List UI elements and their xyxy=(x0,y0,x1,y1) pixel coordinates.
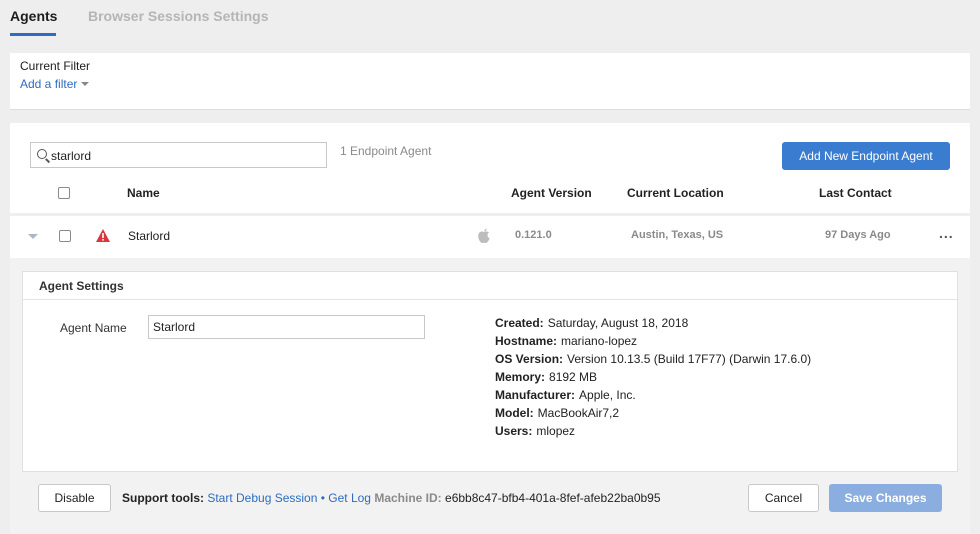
info-hostname: Hostname: mariano-lopez xyxy=(495,334,935,352)
info-key: Memory: xyxy=(495,370,546,384)
tab-browser-sessions-settings[interactable]: Browser Sessions Settings xyxy=(88,8,269,24)
machine-id-label: Machine ID: xyxy=(374,491,442,505)
search-box xyxy=(30,142,327,168)
row-checkbox[interactable] xyxy=(59,230,71,242)
tab-bar: Agents Browser Sessions Settings xyxy=(0,0,980,40)
search-input[interactable] xyxy=(51,147,321,164)
column-header-agent-version[interactable]: Agent Version xyxy=(511,186,592,200)
info-value: MacBookAir7,2 xyxy=(537,406,620,420)
info-created: Created: Saturday, August 18, 2018 xyxy=(495,316,935,334)
agent-settings-title: Agent Settings xyxy=(23,272,957,300)
apple-icon xyxy=(478,228,490,244)
info-users: Users: mlopez xyxy=(495,424,935,442)
info-value: Version 10.13.5 (Build 17F77) (Darwin 17… xyxy=(567,352,812,366)
agent-settings-box: Agent Settings Agent Name Created:Saturd… xyxy=(22,271,958,472)
info-key: Model: xyxy=(495,406,534,420)
info-key: OS Version: xyxy=(495,352,564,366)
agent-name-field[interactable] xyxy=(148,315,425,339)
agent-name[interactable]: Starlord xyxy=(128,229,170,243)
warning-icon xyxy=(96,229,110,242)
add-filter-dropdown[interactable]: Add a filter xyxy=(20,77,90,91)
agent-name-label: Agent Name xyxy=(60,321,127,335)
add-new-endpoint-agent-button[interactable]: Add New Endpoint Agent xyxy=(782,142,950,170)
save-changes-button[interactable]: Save Changes xyxy=(829,484,942,512)
info-value: mlopez xyxy=(536,424,576,438)
info-key: Users: xyxy=(495,424,533,438)
column-header-name[interactable]: Name xyxy=(127,186,160,200)
caret-down-icon xyxy=(81,82,90,86)
info-os-version: OS Version: Version 10.13.5 (Build 17F77)… xyxy=(495,352,935,370)
filter-panel: Current Filter Add a filter xyxy=(10,53,970,110)
info-manufacturer: Manufacturer: Apple, Inc. xyxy=(495,388,935,406)
info-key: Created: xyxy=(495,316,544,330)
active-tab-indicator xyxy=(10,33,56,36)
disable-button[interactable]: Disable xyxy=(38,484,111,512)
add-filter-label: Add a filter xyxy=(20,77,78,91)
more-options-icon[interactable]: ... xyxy=(939,225,954,241)
info-value: Saturday, August 18, 2018 xyxy=(547,316,689,330)
agent-info: Created: Saturday, August 18, 2018 Hostna… xyxy=(495,316,935,442)
get-log-link[interactable]: Get Log xyxy=(328,491,371,505)
info-value: 8192 MB xyxy=(549,370,598,384)
link-separator: • xyxy=(320,491,325,505)
column-header-last-contact[interactable]: Last Contact xyxy=(819,186,892,200)
support-tools: Support tools: Start Debug Session • Get… xyxy=(122,491,661,505)
info-value: Apple, Inc. xyxy=(579,388,636,402)
info-model: Model: MacBookAir7,2 xyxy=(495,406,935,424)
column-header-current-location[interactable]: Current Location xyxy=(627,186,724,200)
info-key: Manufacturer: xyxy=(495,388,576,402)
info-key: Hostname: xyxy=(495,334,558,348)
machine-id-value: e6bb8c47-bfb4-401a-8fef-afeb22ba0b95 xyxy=(445,491,661,505)
agent-last-contact: 97 Days Ago xyxy=(825,229,891,241)
search-icon xyxy=(37,149,47,159)
agent-version: 0.121.0 xyxy=(515,229,552,241)
agent-details-panel: Agent Settings Agent Name Created:Saturd… xyxy=(10,258,970,534)
endpoint-count: 1 Endpoint Agent xyxy=(340,144,432,158)
start-debug-session-link[interactable]: Start Debug Session xyxy=(207,491,317,505)
agent-details-footer: Disable Support tools: Start Debug Sessi… xyxy=(10,482,970,534)
info-value: mariano-lopez xyxy=(561,334,638,348)
support-tools-label: Support tools: xyxy=(122,491,204,505)
tab-agents[interactable]: Agents xyxy=(10,8,57,24)
agent-location: Austin, Texas, US xyxy=(631,229,724,241)
agents-panel: 1 Endpoint Agent Add New Endpoint Agent … xyxy=(10,123,970,534)
current-filter-label: Current Filter xyxy=(20,59,91,73)
info-memory: Memory: 8192 MB xyxy=(495,370,935,388)
cancel-button[interactable]: Cancel xyxy=(748,484,819,512)
table-row[interactable]: Starlord 0.121.0 Austin, Texas, US 97 Da… xyxy=(10,216,970,258)
chevron-down-icon[interactable] xyxy=(28,234,38,239)
select-all-checkbox[interactable] xyxy=(58,187,70,199)
